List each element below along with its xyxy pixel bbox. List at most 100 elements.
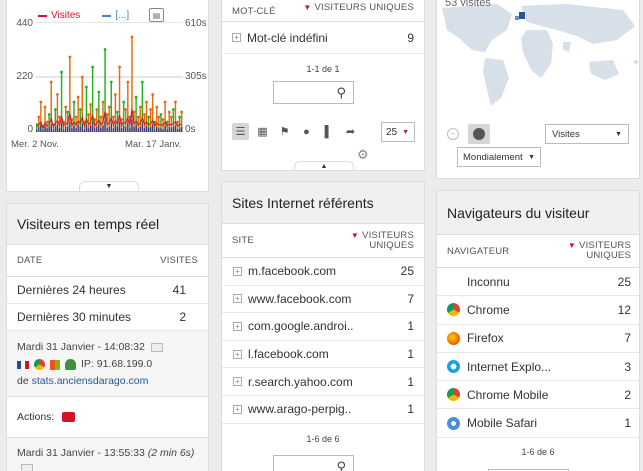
y-left-tick: 0 bbox=[27, 124, 33, 135]
point bbox=[122, 100, 126, 104]
france-region[interactable] bbox=[519, 12, 525, 19]
gear-icon[interactable]: ⚙ bbox=[357, 147, 369, 163]
bar-secondary bbox=[156, 127, 158, 132]
collapse-handle[interactable]: ▲ bbox=[294, 161, 354, 171]
metric-select[interactable]: Visites ▼ bbox=[545, 124, 629, 144]
table-row[interactable]: + www.facebook.com 7 bbox=[222, 286, 424, 314]
bar-secondary bbox=[93, 128, 96, 132]
bar-secondary bbox=[127, 123, 129, 132]
search-icon[interactable]: ⚲ bbox=[336, 85, 346, 101]
bar-secondary bbox=[149, 127, 152, 132]
bar-secondary bbox=[120, 128, 123, 132]
table-row[interactable]: + www.arago-perpig.. 1 bbox=[222, 396, 424, 424]
point bbox=[60, 70, 63, 74]
point bbox=[167, 110, 171, 114]
visit-site-link[interactable]: stats.anciensdarago.com bbox=[32, 375, 149, 387]
point bbox=[68, 55, 72, 59]
table-row: Dernières 24 heures 41 bbox=[7, 277, 208, 304]
bar-secondary bbox=[96, 127, 98, 132]
table-row[interactable]: + l.facebook.com 1 bbox=[222, 341, 424, 369]
world-map[interactable] bbox=[437, 0, 639, 112]
col-browser[interactable]: NAVIGATEUR bbox=[447, 246, 509, 257]
bar-secondary bbox=[62, 129, 65, 132]
row-label: com.google.androi.. bbox=[248, 319, 354, 334]
table-row[interactable]: + com.google.androi.. 1 bbox=[222, 313, 424, 341]
bar-secondary bbox=[73, 125, 75, 132]
bar-secondary bbox=[139, 127, 141, 132]
table-row[interactable]: + r.search.yahoo.com 1 bbox=[222, 368, 424, 396]
expand-icon[interactable]: + bbox=[232, 33, 241, 42]
col-keyword[interactable]: MOT-CLÉ bbox=[232, 6, 276, 17]
globe-icon[interactable] bbox=[468, 124, 490, 144]
pin-icon[interactable]: ● bbox=[298, 123, 315, 140]
col-unique-visitors[interactable]: ▼ VISITEURS UNIQUES bbox=[303, 3, 414, 13]
point bbox=[72, 100, 76, 104]
bar-chart-icon[interactable]: ▌ bbox=[320, 123, 337, 140]
visit-entry[interactable]: Mardi 31 Janvier - 14:08:32 IP: 91.68.19… bbox=[7, 331, 208, 397]
table-row[interactable]: Internet Explo... 3 bbox=[437, 353, 639, 382]
table-row[interactable]: Chrome 12 bbox=[437, 296, 639, 325]
chevron-down-icon: ▼ bbox=[615, 130, 622, 138]
export-icon[interactable]: ➦ bbox=[342, 123, 359, 140]
folder-icon[interactable] bbox=[62, 412, 76, 422]
sort-desc-icon: ▼ bbox=[567, 241, 577, 250]
point bbox=[53, 108, 57, 111]
table-row[interactable]: Chrome Mobile 2 bbox=[437, 381, 639, 410]
bar bbox=[60, 72, 63, 132]
chrome-icon bbox=[447, 303, 460, 317]
table-row[interactable]: Inconnu 25 bbox=[437, 268, 639, 297]
expand-icon[interactable]: + bbox=[233, 321, 242, 331]
expand-icon[interactable]: + bbox=[233, 294, 242, 304]
actions-label: Actions: bbox=[17, 411, 55, 423]
expand-icon[interactable]: + bbox=[233, 349, 242, 359]
bar bbox=[131, 37, 133, 132]
bar-secondary bbox=[170, 128, 173, 132]
bar-secondary bbox=[110, 123, 112, 132]
point bbox=[132, 110, 136, 114]
table-row[interactable]: + Mot-clé indéfini 9 bbox=[222, 22, 424, 54]
chart-image-icon[interactable]: ▤ bbox=[149, 8, 164, 22]
visits-evolution-widget: Visites [...] ▤ 440 220 0 610s 305s 0s M… bbox=[6, 0, 209, 192]
goals-flag-icon[interactable]: ⚑ bbox=[276, 123, 293, 140]
search-input[interactable]: ⚲ bbox=[273, 81, 354, 104]
table-more-icon[interactable]: ▦ bbox=[254, 123, 271, 140]
bar-secondary bbox=[56, 124, 59, 132]
collapse-handle[interactable]: ▼ bbox=[79, 181, 139, 191]
legend-visits[interactable]: Visites bbox=[51, 10, 80, 21]
screenshot-icon[interactable] bbox=[21, 463, 33, 471]
bar-secondary bbox=[100, 128, 102, 132]
bar-secondary bbox=[174, 125, 177, 132]
row-label: Dernières 30 minutes bbox=[17, 310, 132, 324]
screenshot-icon[interactable] bbox=[150, 343, 163, 352]
col-site[interactable]: SITE bbox=[232, 235, 254, 246]
france-flag-icon bbox=[17, 360, 29, 369]
region-select[interactable]: Mondialement ▼ bbox=[457, 147, 541, 167]
table-row: Dernières 30 minutes 2 bbox=[7, 304, 208, 331]
limit-select[interactable]: 25 ▼ bbox=[381, 122, 415, 142]
row-label: Chrome Mobile bbox=[467, 387, 549, 402]
zoom-out-icon[interactable]: − bbox=[447, 128, 459, 140]
expand-icon[interactable]: + bbox=[233, 266, 242, 276]
expand-icon[interactable]: + bbox=[233, 377, 242, 387]
expand-icon[interactable]: + bbox=[233, 404, 242, 414]
table-row[interactable]: + m.facebook.com 25 bbox=[222, 258, 424, 286]
evolution-chart-plot[interactable] bbox=[36, 22, 183, 132]
row-label: Mot-clé indéfini bbox=[247, 30, 328, 45]
col-unique-visitors[interactable]: ▼ VISITEURS UNIQUES bbox=[551, 241, 631, 261]
sort-desc-icon: ▼ bbox=[350, 230, 360, 240]
search-icon[interactable]: ⚲ bbox=[336, 459, 346, 471]
legend-other[interactable]: [...] bbox=[115, 10, 129, 21]
col-unique-visitors[interactable]: ▼ VISITEURS UNIQUES bbox=[334, 230, 414, 251]
table-row[interactable]: Firefox 7 bbox=[437, 325, 639, 353]
search-input[interactable]: ⚲ bbox=[273, 455, 354, 471]
row-value: 1 bbox=[407, 374, 414, 389]
bar-secondary bbox=[60, 123, 63, 132]
row-label: Inconnu bbox=[467, 274, 510, 289]
visit-duration: (2 min 6s) bbox=[147, 447, 195, 459]
table-view-icon[interactable]: ☰ bbox=[232, 123, 249, 140]
table-row[interactable]: Mobile Safari 1 bbox=[437, 409, 639, 438]
bar-secondary bbox=[131, 119, 133, 132]
visitor-profile-icon[interactable] bbox=[65, 359, 76, 370]
visit-entry[interactable]: Mardi 31 Janvier - 13:55:33 (2 min 6s) bbox=[7, 438, 208, 471]
bar-secondary bbox=[166, 129, 168, 132]
